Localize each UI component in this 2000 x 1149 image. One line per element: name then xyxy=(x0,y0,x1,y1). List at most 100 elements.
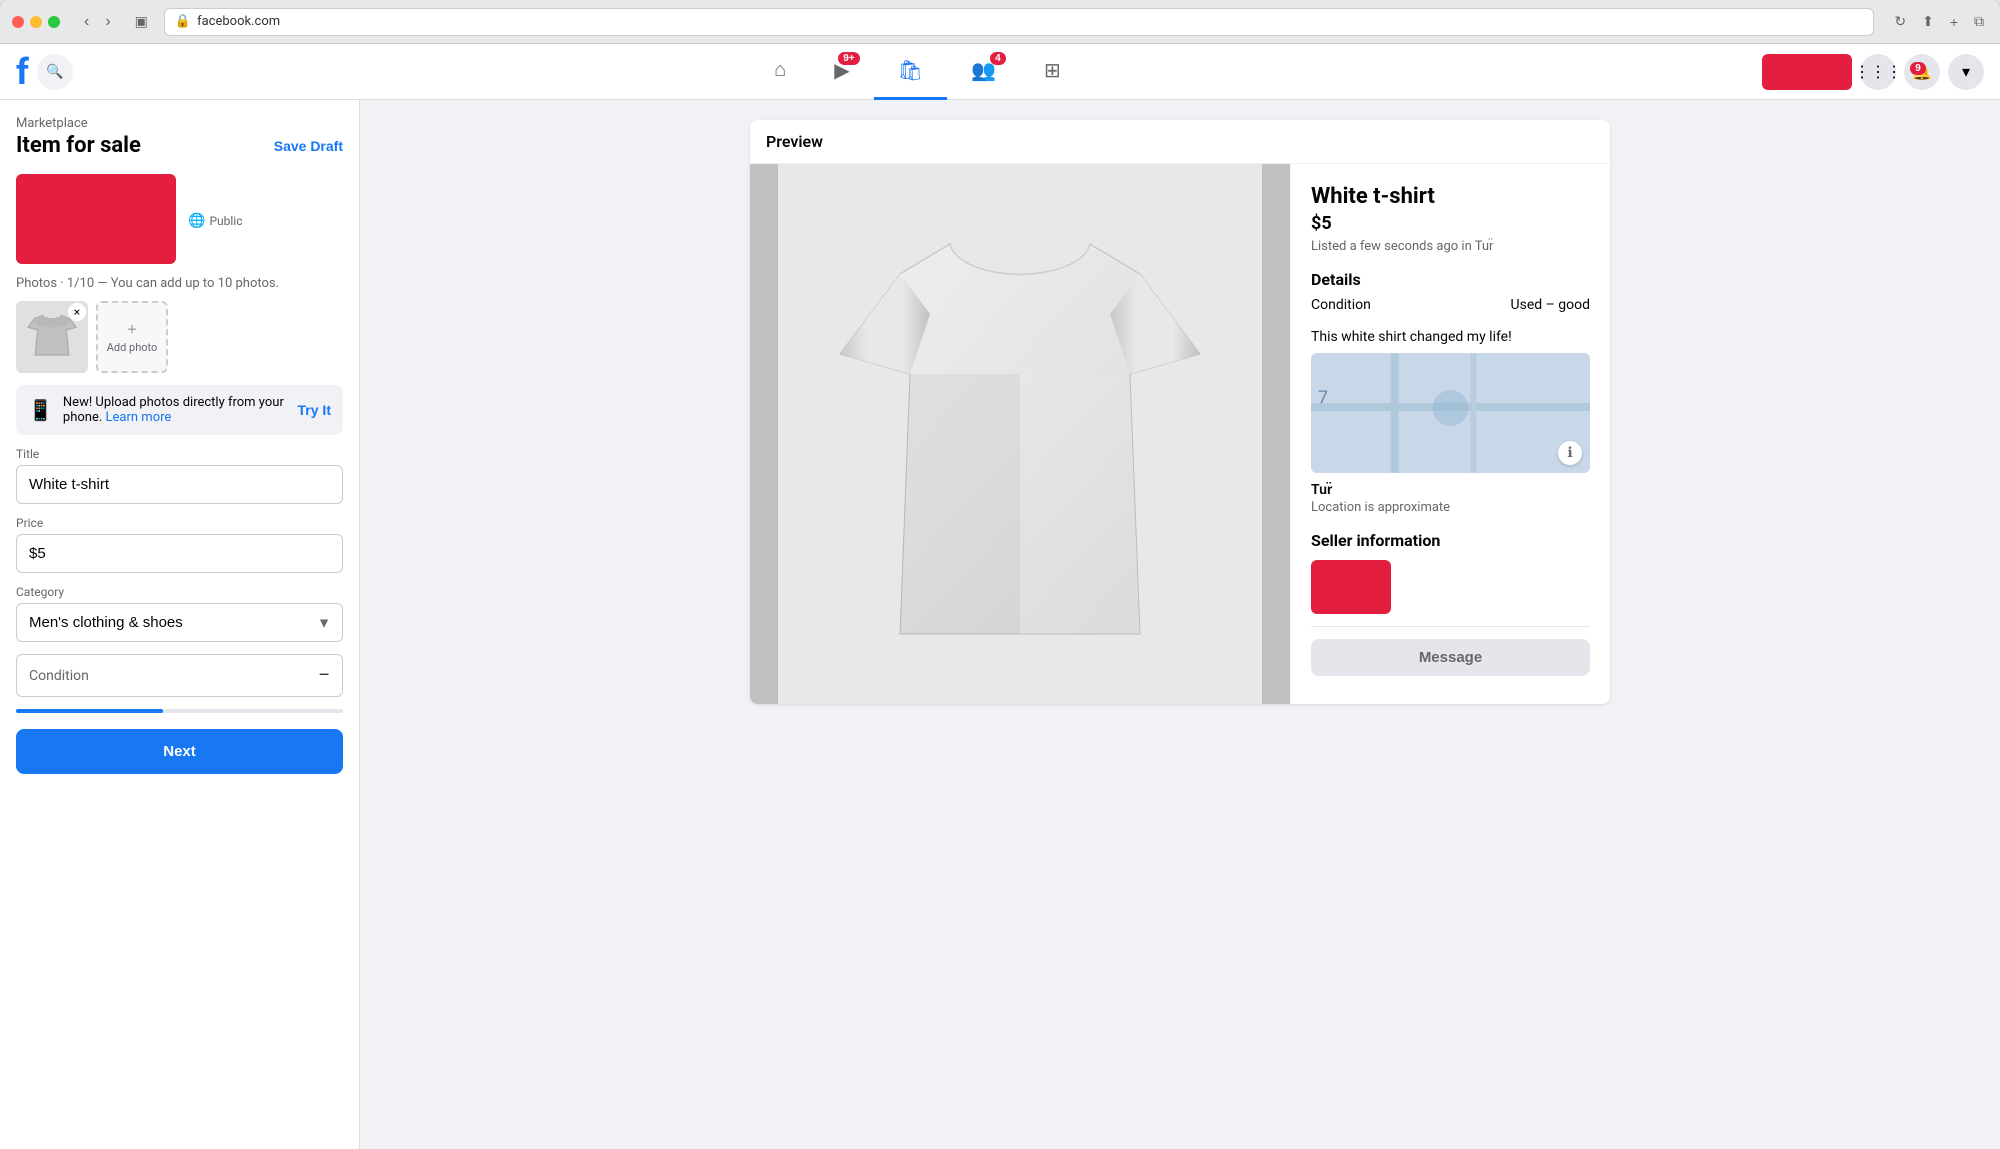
add-photo-label: Add photo xyxy=(107,341,158,354)
photos-row: × ＋ Add photo xyxy=(16,301,343,373)
browser-nav: ‹ › xyxy=(78,9,117,35)
nav-right: ⋮⋮⋮ 🔔 9 ▾ xyxy=(1762,54,1984,90)
photo-thumb: × xyxy=(16,301,88,373)
maximize-button[interactable] xyxy=(48,16,60,28)
notifications-button[interactable]: 🔔 9 xyxy=(1904,54,1940,90)
browser-actions: ↻ ⬆ + ⧉ xyxy=(1890,9,1988,34)
price-form-group: Price xyxy=(16,516,343,573)
left-panel: Marketplace Item for sale Save Draft 🌐 P… xyxy=(0,100,360,1149)
photo-remove-button[interactable]: × xyxy=(68,303,86,321)
account-button[interactable]: ▾ xyxy=(1948,54,1984,90)
photos-label: Photos · 1/10 — You can add up to 10 pho… xyxy=(16,276,343,291)
condition-dash-icon: – xyxy=(318,665,330,686)
tabs-button[interactable]: ⧉ xyxy=(1970,9,1988,34)
close-button[interactable] xyxy=(12,16,24,28)
item-price: $5 xyxy=(1311,213,1590,234)
public-icon: 🌐 xyxy=(188,213,205,229)
facebook-navbar: f 🔍 ⌂ ▶ 9+ 🛍 👥 4 ⊞ ⋮⋮⋮ 🔔 9 ▾ xyxy=(0,44,2000,100)
phone-icon: 📱 xyxy=(28,398,53,422)
title-input[interactable] xyxy=(16,465,343,504)
browser-titlebar: ‹ › ▣ 🔒 facebook.com ↻ ⬆ + ⧉ xyxy=(0,0,2000,44)
notif-badge: 9 xyxy=(1910,62,1926,75)
map-info-icon[interactable]: ℹ xyxy=(1558,441,1582,465)
tshirt-image xyxy=(820,194,1220,674)
message-button[interactable]: Message xyxy=(1311,639,1590,676)
seller-info-title: Seller information xyxy=(1311,531,1590,550)
progress-bar-area xyxy=(16,709,343,713)
right-panel: Preview xyxy=(360,100,2000,1149)
img-side-bar-left xyxy=(750,164,778,704)
condition-form-group: Condition – xyxy=(16,654,343,697)
public-badge: 🌐 Public xyxy=(188,213,242,229)
img-side-bar-right xyxy=(1262,164,1290,704)
nav-groups[interactable]: 👥 4 xyxy=(947,44,1020,100)
upload-banner: 📱 New! Upload photos directly from your … xyxy=(16,385,343,435)
condition-key: Condition xyxy=(1311,297,1371,313)
plus-icon: ＋ xyxy=(127,321,138,337)
url-text: facebook.com xyxy=(197,14,280,29)
minimize-button[interactable] xyxy=(30,16,42,28)
progress-bar xyxy=(16,709,343,713)
title-form-group: Title xyxy=(16,447,343,504)
category-form-group: Category Men's clothing & shoes ▼ xyxy=(16,585,343,642)
item-for-sale-header: Item for sale Save Draft xyxy=(16,133,343,158)
location-approx: Location is approximate xyxy=(1311,500,1590,515)
category-label: Category xyxy=(16,585,343,599)
reload-button[interactable]: ↻ xyxy=(1890,9,1910,34)
item-listed: Listed a few seconds ago in Tur̈ xyxy=(1311,238,1590,254)
tshirt-container xyxy=(778,164,1262,704)
title-label: Title xyxy=(16,447,343,461)
video-badge: 9+ xyxy=(838,52,859,65)
forward-button[interactable]: › xyxy=(99,9,116,35)
preview-card: Preview xyxy=(750,120,1610,704)
preview-image-area xyxy=(750,164,1290,704)
address-bar[interactable]: 🔒 facebook.com xyxy=(164,8,1874,36)
lock-icon: 🔒 xyxy=(175,14,191,29)
save-draft-button[interactable]: Save Draft xyxy=(274,138,343,154)
learn-more-link[interactable]: Learn more xyxy=(106,410,172,425)
try-it-button[interactable]: Try It xyxy=(298,402,331,418)
nav-center: ⌂ ▶ 9+ 🛍 👥 4 ⊞ xyxy=(73,44,1762,100)
marketplace-label: Marketplace xyxy=(16,116,343,131)
preview-body: White t-shirt $5 Listed a few seconds ag… xyxy=(750,164,1610,704)
main-layout: Marketplace Item for sale Save Draft 🌐 P… xyxy=(0,100,2000,1149)
nav-video[interactable]: ▶ 9+ xyxy=(810,44,873,100)
map-svg: 7 xyxy=(1311,353,1590,473)
facebook-logo: f xyxy=(16,51,29,93)
apps-button[interactable]: ⋮⋮⋮ xyxy=(1860,54,1896,90)
nav-marketplace[interactable]: 🛍 xyxy=(874,44,947,100)
price-input[interactable] xyxy=(16,534,343,573)
details-title: Details xyxy=(1311,270,1590,289)
location-name: Tur̈ xyxy=(1311,481,1590,498)
next-button[interactable]: Next xyxy=(16,729,343,774)
progress-fill xyxy=(16,709,163,713)
back-button[interactable]: ‹ xyxy=(78,9,95,35)
price-label: Price xyxy=(16,516,343,530)
preview-header: Preview xyxy=(750,120,1610,164)
category-select[interactable]: Men's clothing & shoes xyxy=(16,603,343,642)
item-title: White t-shirt xyxy=(1311,184,1590,209)
public-label: Public xyxy=(209,214,242,228)
category-select-wrapper: Men's clothing & shoes ▼ xyxy=(16,603,343,642)
new-tab-button[interactable]: + xyxy=(1946,9,1962,34)
svg-text:7: 7 xyxy=(1318,387,1328,408)
seller-avatar xyxy=(1311,560,1391,614)
add-photo-button[interactable]: ＋ Add photo xyxy=(96,301,168,373)
details-section: Details Condition Used – good xyxy=(1311,270,1590,313)
search-button[interactable]: 🔍 xyxy=(37,54,73,90)
condition-row: Condition Used – good xyxy=(1311,297,1590,313)
download-button[interactable]: ⬆ xyxy=(1918,9,1938,34)
photo-upload-area[interactable] xyxy=(16,174,176,264)
divider xyxy=(1311,626,1590,627)
upload-banner-text: New! Upload photos directly from your ph… xyxy=(63,395,288,425)
condition-field[interactable]: Condition – xyxy=(16,654,343,697)
item-description: This white shirt changed my life! xyxy=(1311,329,1590,345)
condition-value: Used – good xyxy=(1511,297,1590,313)
profile-button[interactable] xyxy=(1762,54,1852,90)
nav-gaming[interactable]: ⊞ xyxy=(1020,44,1085,100)
nav-home[interactable]: ⌂ xyxy=(750,44,810,100)
page-title: Item for sale xyxy=(16,133,141,158)
preview-details: White t-shirt $5 Listed a few seconds ag… xyxy=(1290,164,1610,704)
tab-icon: ▣ xyxy=(135,14,148,30)
traffic-lights xyxy=(12,16,60,28)
